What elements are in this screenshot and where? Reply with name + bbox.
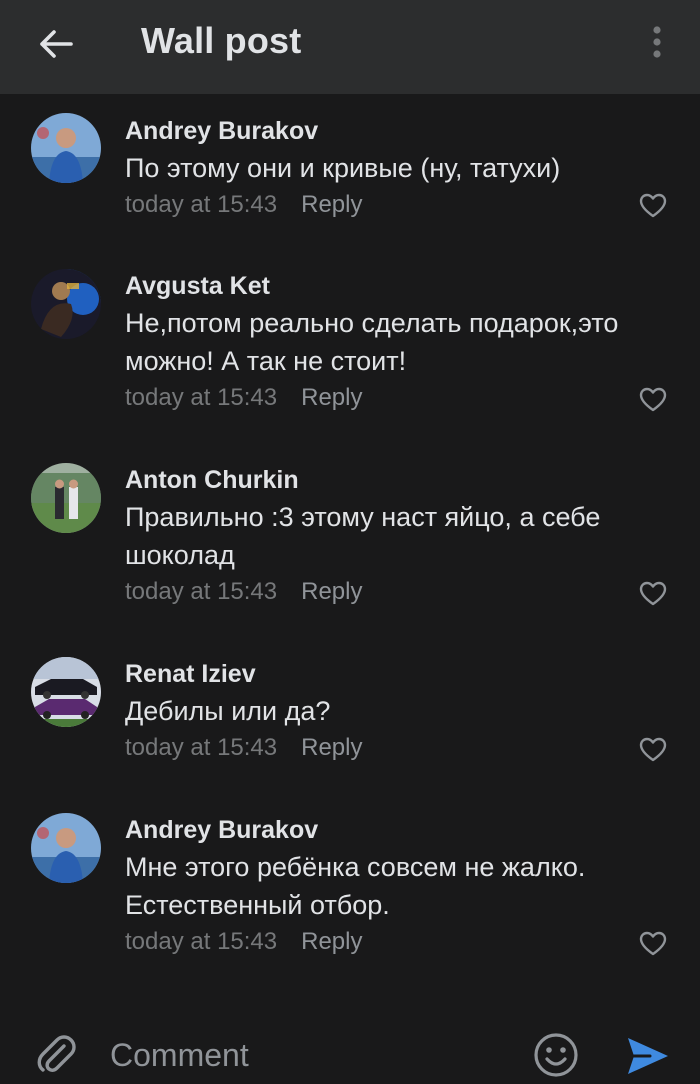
comment-text: Мне этого ребёнка совсем не жалко. Естес… [125,852,586,920]
comment-item: Anton Churkin Правильно :3 этому наст яй… [0,443,700,637]
page-title: Wall post [141,20,302,61]
comment-author[interactable]: Avgusta Ket [125,271,670,301]
comment-author[interactable]: Andrey Burakov [125,815,670,845]
comment-list: Andrey Burakov По этому они и кривые (ну… [0,94,700,987]
avatar[interactable] [31,813,101,883]
comment-text: Правильно :3 этому наст яйцо, а себе шок… [125,502,601,570]
like-button[interactable] [638,579,668,609]
avatar[interactable] [31,113,101,183]
comment-time: today at 15:43 [125,191,278,218]
comment-time: today at 15:43 [125,578,278,605]
comment-item: Avgusta Ket Не,потом реально сделать под… [0,249,700,443]
smiley-icon [534,1033,578,1077]
back-button[interactable] [34,22,78,66]
heart-icon [639,387,667,412]
like-button[interactable] [638,191,668,221]
like-button[interactable] [638,385,668,415]
avatar[interactable] [31,463,101,533]
arrow-left-icon [40,30,73,58]
avatar[interactable] [31,657,101,727]
send-icon [628,1038,668,1074]
heart-icon [639,931,667,956]
heart-icon [639,581,667,606]
heart-icon [639,737,667,762]
heart-icon [639,193,667,218]
reply-button[interactable]: Reply [301,575,362,609]
paperclip-icon [37,1035,76,1072]
like-button[interactable] [638,929,668,959]
emoji-button[interactable] [533,1032,579,1078]
avatar[interactable] [31,269,101,339]
comment-input[interactable] [110,1030,510,1080]
reply-button[interactable]: Reply [301,188,362,222]
comment-time: today at 15:43 [125,384,278,411]
reply-button[interactable]: Reply [301,925,362,959]
comment-composer [0,1022,700,1084]
comment-item: Renat Iziev Дебилы или да? today at 15:4… [0,637,700,793]
comment-item: Andrey Burakov По этому они и кривые (ну… [0,94,700,249]
comment-text: Не,потом реально сделать подарок,это мож… [125,308,619,376]
comment-text: Дебилы или да? [125,696,331,726]
more-menu-button[interactable] [642,20,672,64]
comment-text: По этому они и кривые (ну, татухи) [125,153,561,183]
more-vertical-icon [653,26,661,58]
reply-button[interactable]: Reply [301,381,362,415]
comment-author[interactable]: Andrey Burakov [125,116,670,146]
reply-button[interactable]: Reply [301,731,362,765]
comment-author[interactable]: Anton Churkin [125,465,670,495]
top-bar: Wall post [0,0,700,94]
comment-item: Andrey Burakov Мне этого ребёнка совсем … [0,793,700,987]
comment-time: today at 15:43 [125,928,278,955]
like-button[interactable] [638,735,668,765]
comment-time: today at 15:43 [125,734,278,761]
send-button[interactable] [624,1034,670,1078]
attach-button[interactable] [34,1032,78,1076]
comment-author[interactable]: Renat Iziev [125,659,670,689]
